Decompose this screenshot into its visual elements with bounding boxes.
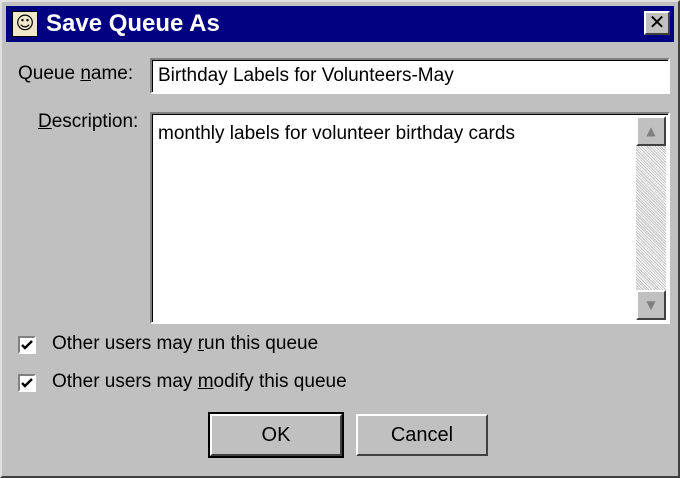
dialog-title: Save Queue As [46, 10, 220, 37]
description-label: Description: [38, 111, 139, 132]
queue-name-value[interactable]: Birthday Labels for Volunteers-May [158, 64, 454, 88]
title-bar[interactable]: ☺ Save Queue As ✕ [6, 6, 674, 42]
cancel-button[interactable]: Cancel [356, 414, 488, 456]
queue-name-label: Queue name: [18, 63, 134, 84]
description-value[interactable]: monthly labels for volunteer birthday ca… [158, 122, 515, 146]
description-textarea[interactable]: monthly labels for volunteer birthday ca… [150, 112, 670, 324]
ok-button[interactable]: OK [208, 412, 344, 458]
close-icon[interactable]: ✕ [644, 11, 670, 35]
queue-name-field[interactable]: Birthday Labels for Volunteers-May [150, 58, 670, 94]
checkmark-icon [21, 378, 33, 388]
run-queue-label[interactable]: Other users may run this queue [52, 332, 318, 356]
checkmark-icon [21, 340, 33, 350]
scroll-down-icon[interactable]: ▼ [636, 290, 666, 320]
modify-queue-checkbox[interactable] [18, 374, 36, 392]
description-scrollbar[interactable]: ▲ ▼ [636, 116, 666, 320]
modify-queue-label[interactable]: Other users may modify this queue [52, 370, 347, 394]
queue-app-icon: ☺ [12, 11, 38, 37]
run-queue-checkbox[interactable] [18, 336, 36, 354]
save-queue-dialog: ☺ Save Queue As ✕ Queue name: Birthday L… [0, 0, 680, 478]
scroll-up-icon[interactable]: ▲ [636, 116, 666, 146]
